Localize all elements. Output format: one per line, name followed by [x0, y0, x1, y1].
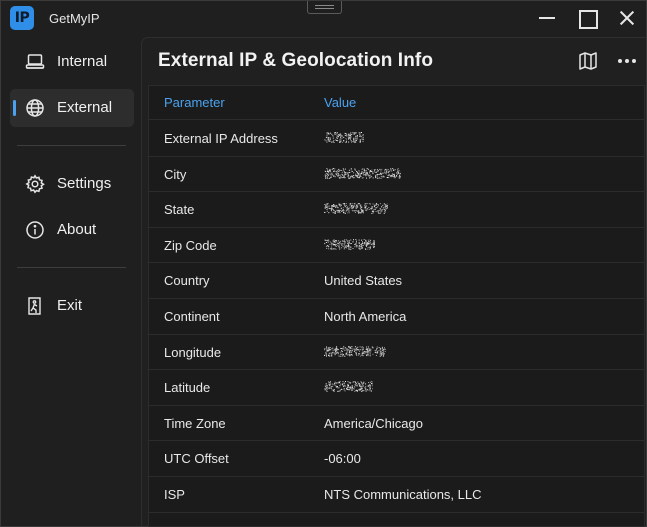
value-cell: -06:00: [324, 451, 361, 467]
sidebar-item-external[interactable]: External: [10, 89, 134, 127]
page-title: External IP & Geolocation Info: [158, 50, 434, 71]
gear-icon: [25, 174, 45, 194]
parameter-cell: Latitude: [164, 380, 211, 396]
table-row[interactable]: Latitude: [149, 370, 644, 406]
selection-indicator: [13, 100, 16, 116]
info-icon: [25, 220, 45, 240]
parameter-cell: Continent: [164, 309, 220, 324]
parameter-cell: UTC Offset: [164, 451, 229, 467]
redacted-value: [324, 343, 387, 359]
parameter-cell: External IP Address: [164, 131, 278, 146]
redacted-value: [324, 236, 376, 252]
close-button[interactable]: [612, 5, 642, 31]
app-title: GetMyIP: [49, 11, 100, 26]
sidebar: Internal External Settings About Exit: [1, 37, 141, 526]
map-button[interactable]: [577, 50, 599, 72]
value-cell: NTS Communications, LLC: [324, 487, 482, 502]
map-icon: [577, 52, 599, 76]
app-window: IP GetMyIP Internal External Settings Ab…: [0, 0, 647, 527]
parameter-cell: State: [164, 202, 195, 218]
sidebar-item-internal[interactable]: Internal: [10, 43, 134, 81]
sidebar-item-label: Internal: [57, 53, 108, 70]
parameter-cell: Longitude: [164, 344, 222, 360]
sidebar-divider: [17, 267, 126, 268]
redacted-value: [324, 129, 365, 145]
table-row[interactable]: Time Zone America/Chicago: [149, 406, 644, 442]
laptop-icon: [25, 52, 45, 72]
value-cell: America/Chicago: [324, 415, 423, 431]
app-logo-icon: IP: [10, 6, 34, 30]
exit-icon: [25, 296, 45, 316]
table-row[interactable]: UTC Offset -06:00: [149, 441, 644, 477]
table-header: Parameter Value: [149, 86, 644, 120]
column-header-parameter[interactable]: Parameter: [164, 95, 225, 110]
parameter-cell: Time Zone: [164, 415, 226, 431]
table-row[interactable]: ISP NTS Communications, LLC: [149, 477, 644, 513]
table-row[interactable]: Longitude: [149, 335, 644, 371]
redacted-value: [324, 200, 389, 216]
sidebar-item-about[interactable]: About: [10, 211, 134, 249]
table-row[interactable]: City: [149, 157, 644, 193]
value-cell: United States: [324, 273, 403, 289]
more-icon: [616, 59, 638, 76]
sidebar-item-settings[interactable]: Settings: [10, 165, 134, 203]
table-row[interactable]: External IP Address: [149, 121, 644, 157]
redacted-value: [324, 165, 402, 181]
column-header-value[interactable]: Value: [324, 95, 356, 110]
sidebar-item-exit[interactable]: Exit: [10, 287, 134, 325]
redacted-value: [324, 378, 374, 394]
title-bar[interactable]: IP GetMyIP: [1, 1, 646, 37]
sidebar-item-label: Settings: [57, 175, 112, 192]
sidebar-divider: [17, 145, 126, 146]
table-row[interactable]: Continent North America: [149, 299, 644, 335]
sidebar-item-label: External: [57, 99, 113, 116]
parameter-cell: Country: [164, 273, 210, 289]
parameter-cell: Zip Code: [164, 237, 217, 253]
geolocation-table: Parameter Value External IP Address City S…: [148, 85, 645, 527]
minimize-button[interactable]: [532, 5, 562, 31]
main-panel: External IP & Geolocation Info Parameter…: [141, 37, 646, 527]
sidebar-item-label: About: [57, 221, 97, 238]
table-row[interactable]: Zip Code: [149, 228, 644, 264]
globe-icon: [25, 98, 45, 118]
more-options-button[interactable]: [616, 50, 638, 72]
maximize-button[interactable]: [572, 5, 602, 31]
table-row[interactable]: Country United States: [149, 263, 644, 299]
table-row[interactable]: State: [149, 192, 644, 228]
value-cell: North America: [324, 309, 407, 324]
parameter-cell: City: [164, 166, 187, 182]
drag-handle-icon[interactable]: [307, 1, 342, 14]
sidebar-item-label: Exit: [57, 297, 83, 314]
parameter-cell: ISP: [164, 487, 185, 502]
